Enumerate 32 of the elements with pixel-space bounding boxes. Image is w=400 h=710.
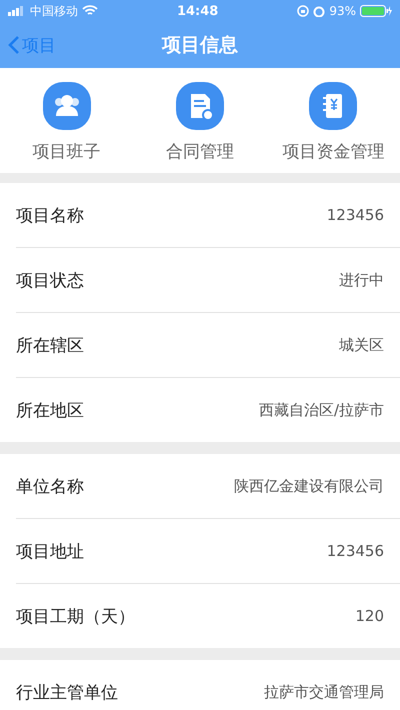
field-value: 拉萨市交通管理局 bbox=[264, 682, 384, 702]
ledger-icon bbox=[309, 82, 358, 130]
shortcut-label[interactable]: 项目资金管理 bbox=[282, 140, 384, 163]
shortcut-label[interactable]: 合同管理 bbox=[166, 140, 234, 163]
page-title: 项目信息 bbox=[162, 33, 238, 58]
back-chevron-icon bbox=[8, 35, 20, 55]
signal-icon bbox=[8, 6, 26, 16]
field-label: 单位名称 bbox=[16, 476, 84, 498]
document-icon bbox=[176, 82, 224, 130]
field-value: 城关区 bbox=[339, 336, 384, 354]
field-value: 陕西亿金建设有限公司 bbox=[234, 476, 384, 496]
field-label: 行业主管单位 bbox=[16, 682, 118, 704]
field-value: 123456 bbox=[326, 542, 384, 560]
field-label: 所在辖区 bbox=[16, 334, 84, 356]
field-value: 120 bbox=[355, 607, 384, 625]
status-time: 14:48 bbox=[176, 4, 220, 18]
wifi-icon bbox=[82, 5, 98, 17]
field-value: 进行中 bbox=[339, 270, 384, 290]
field-label: 项目状态 bbox=[16, 270, 84, 292]
field-label: 项目地址 bbox=[16, 540, 84, 562]
rotation-lock-icon bbox=[297, 5, 310, 17]
field-label: 所在地区 bbox=[16, 400, 84, 422]
people-icon bbox=[42, 82, 91, 130]
field-label: 项目名称 bbox=[16, 204, 84, 226]
shortcut-label[interactable]: 项目班子 bbox=[32, 140, 101, 163]
field-label: 项目工期（天） bbox=[16, 606, 135, 628]
field-value: 西藏自治区/拉萨市 bbox=[258, 400, 384, 420]
field-value: 123456 bbox=[326, 206, 384, 224]
alarm-icon bbox=[313, 5, 326, 17]
carrier-name: 中国移动 bbox=[30, 2, 78, 20]
battery-percent: 93% bbox=[329, 4, 356, 18]
battery-icon bbox=[360, 5, 392, 17]
